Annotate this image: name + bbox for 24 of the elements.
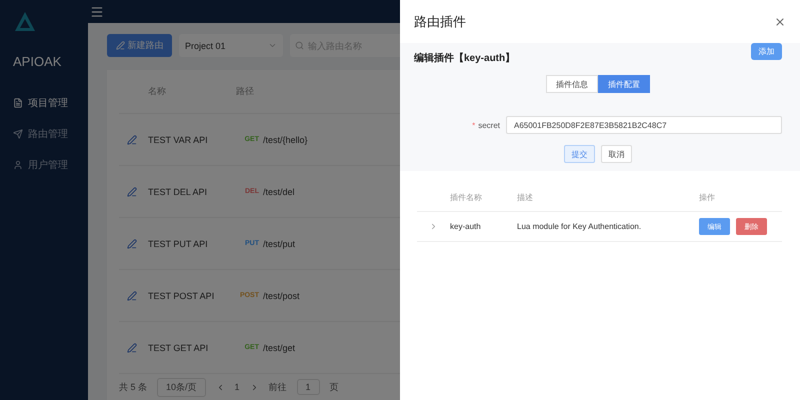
route-name: TEST DEL API bbox=[148, 186, 208, 196]
column-header: 路径 bbox=[236, 85, 254, 98]
total-count: 共 5 条 bbox=[119, 380, 148, 394]
brand-name: APIOAK bbox=[13, 54, 62, 69]
route-name: TEST VAR API bbox=[148, 134, 209, 144]
route-path: /test/del bbox=[263, 186, 295, 196]
column-header: 插件名称 bbox=[450, 192, 483, 202]
column-header: 描述 bbox=[517, 192, 534, 202]
route-path: /test/{hello} bbox=[263, 134, 308, 144]
plugin-name: key-auth bbox=[450, 222, 482, 231]
field-label: secret bbox=[478, 120, 500, 130]
drawer-title: 路由插件 bbox=[414, 12, 466, 30]
column-header: 名称 bbox=[148, 85, 167, 98]
goto-label: 前往 bbox=[268, 380, 287, 394]
plugin-description: Lua module for Key Authentication. bbox=[517, 222, 642, 231]
route-path: /test/get bbox=[263, 342, 296, 352]
required-mark: * bbox=[472, 120, 476, 130]
route-path: /test/put bbox=[263, 238, 296, 248]
route-path: /test/post bbox=[263, 290, 300, 300]
column-header: 操作 bbox=[699, 192, 715, 202]
goto-suffix: 页 bbox=[330, 380, 339, 394]
route-name: TEST PUT API bbox=[148, 238, 209, 248]
route-name: TEST POST API bbox=[148, 290, 216, 300]
route-name: TEST GET API bbox=[148, 342, 210, 352]
